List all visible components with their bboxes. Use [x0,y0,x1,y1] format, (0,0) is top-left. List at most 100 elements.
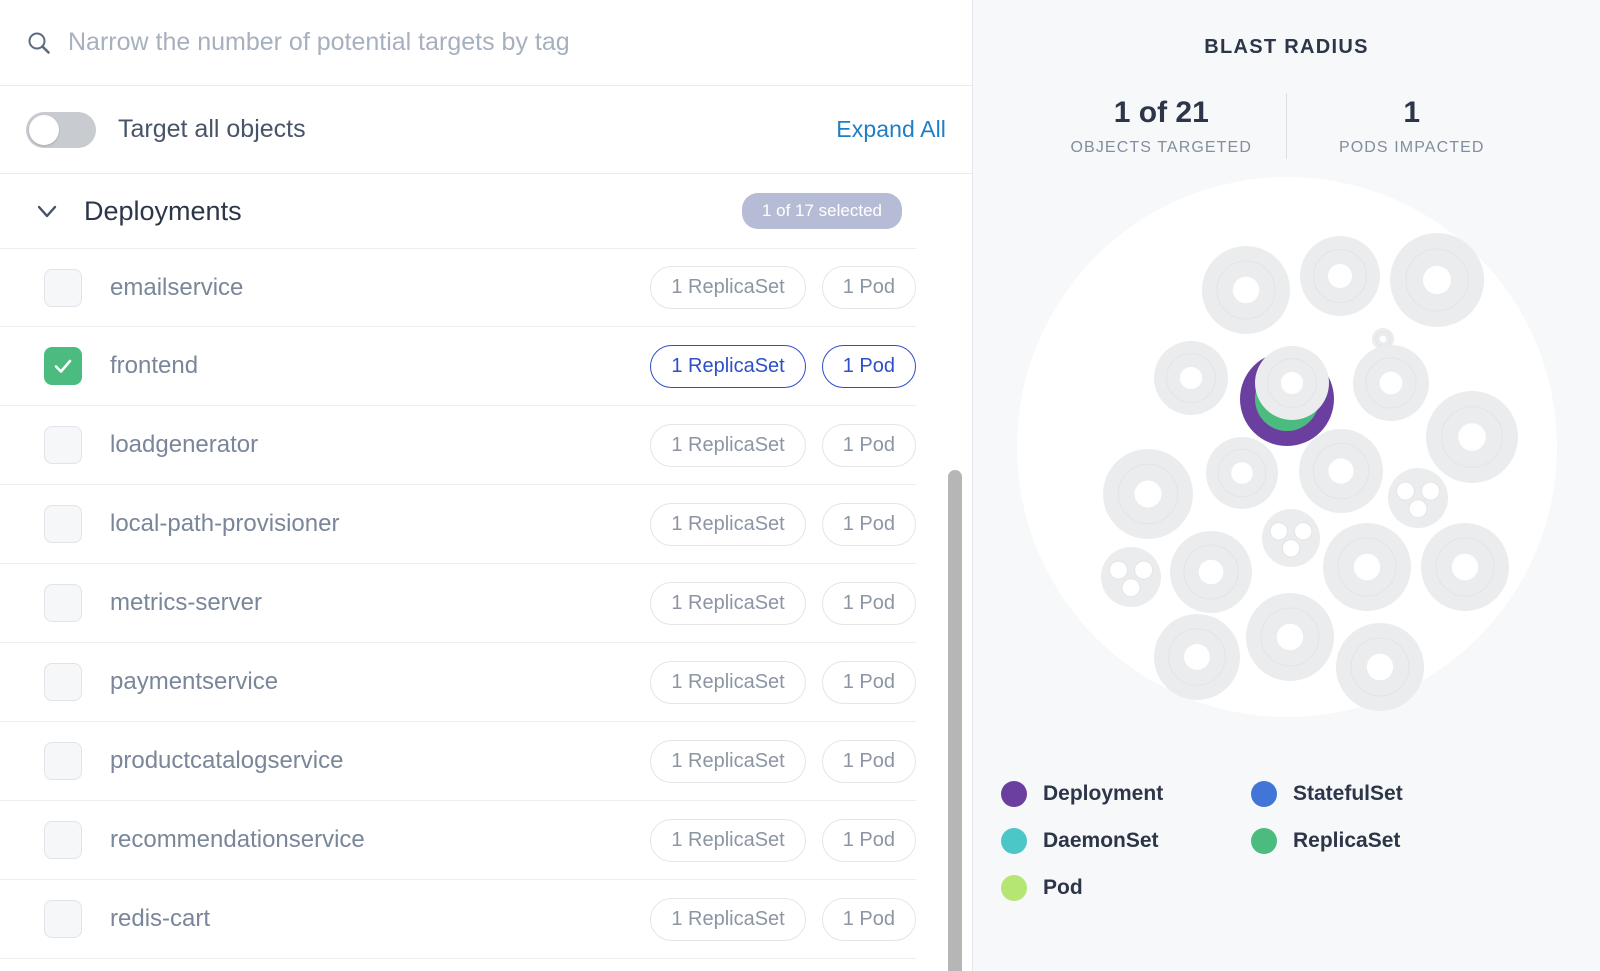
bubble-inactive[interactable] [1254,346,1329,420]
legend-item-deployment: Deployment [1001,781,1251,807]
stat-objects-targeted: 1 of 21 OBJECTS TARGETED [1037,96,1287,157]
list-scrollbar-thumb[interactable] [948,470,962,971]
table-row[interactable]: productcatalogservice 1 ReplicaSet 1 Pod [0,722,916,801]
bubble-inactive[interactable] [1298,429,1383,513]
bubble-chart-svg [1016,177,1557,717]
bubble-inactive[interactable] [1335,623,1424,711]
pod-badge[interactable]: 1 Pod [821,660,916,704]
replicaset-badge[interactable]: 1 ReplicaSet [650,266,806,309]
legend-label: Pod [1043,876,1083,899]
replicaset-badge[interactable]: 1 ReplicaSet [650,818,806,862]
expand-all-button[interactable]: Expand All [836,116,946,143]
table-row[interactable]: paymentservice 1 ReplicaSet 1 Pod [0,643,916,722]
bubble-inactive[interactable] [1153,341,1228,415]
replicaset-badge[interactable]: 1 ReplicaSet [650,897,806,941]
legend-label: ReplicaSet [1293,829,1401,852]
legend-color-dot [1251,828,1277,854]
list-scrollbar-track[interactable] [948,248,962,971]
blast-radius-stats: 1 of 21 OBJECTS TARGETED 1 PODS IMPACTED [1037,93,1537,159]
search-input[interactable] [68,28,946,57]
row-checkbox[interactable] [44,900,82,938]
replicaset-badge[interactable]: 1 ReplicaSet [650,423,806,467]
pods-impacted-label: PODS IMPACTED [1338,138,1485,156]
legend-color-dot [1001,781,1027,807]
row-badges: 1 ReplicaSet 1 Pod [650,266,916,309]
bubble-inactive[interactable] [1352,345,1429,421]
toggle-knob [29,114,59,145]
bubble-inactive[interactable] [1261,509,1320,567]
bubble-inactive[interactable] [1420,523,1509,611]
table-row[interactable]: frontend 1 ReplicaSet 1 Pod [0,327,916,406]
table-row[interactable]: redis-cart 1 ReplicaSet 1 Pod [0,880,916,959]
bubble-inactive[interactable] [1205,437,1278,509]
row-checkbox[interactable] [44,268,82,307]
table-row[interactable]: local-path-provisioner 1 ReplicaSet 1 Pod [0,485,916,564]
legend-color-dot [1001,875,1027,901]
table-row[interactable]: loadgenerator 1 ReplicaSet 1 Pod [0,406,916,485]
row-checkbox[interactable] [44,347,82,385]
legend-label: Deployment [1043,782,1164,805]
row-label: loadgenerator [110,431,259,458]
bubble-inactive[interactable] [1245,593,1334,681]
row-label: paymentservice [110,668,279,695]
row-label: productcatalogservice [110,747,344,774]
blast-radius-title: BLAST RADIUS [1204,36,1369,58]
table-row[interactable]: recommendationservice 1 ReplicaSet 1 Pod [0,801,916,880]
pod-badge[interactable]: 1 Pod [821,581,916,625]
bubble-inactive[interactable] [1322,523,1411,611]
row-checkbox[interactable] [44,742,82,780]
row-badges: 1 ReplicaSet 1 Pod [650,423,916,467]
row-badges: 1 ReplicaSet 1 Pod [650,897,916,941]
target-all-label: Target all objects [118,115,306,143]
row-checkbox[interactable] [44,663,82,701]
row-label: metrics-server [110,589,263,616]
deployments-section-header[interactable]: Deployments 1 of 17 selected [0,174,972,248]
legend-color-dot [1001,828,1027,854]
blast-radius-panel: BLAST RADIUS 1 of 21 OBJECTS TARGETED 1 … [973,0,1600,971]
bubble-inactive[interactable] [1389,233,1484,327]
pod-badge[interactable]: 1 Pod [821,266,916,309]
pods-impacted-value: 1 [1403,95,1421,129]
blast-radius-legend: Deployment StatefulSet DaemonSet ReplicaSet… [1001,781,1561,901]
pod-badge[interactable]: 1 Pod [821,344,916,388]
search-bar [0,0,972,86]
pod-badge[interactable]: 1 Pod [821,897,916,941]
target-all-toggle[interactable] [26,111,96,148]
check-icon [54,359,72,373]
table-row[interactable]: metrics-server 1 ReplicaSet 1 Pod [0,564,916,643]
bubble-inactive[interactable] [1299,236,1380,316]
stat-pods-impacted: 1 PODS IMPACTED [1287,96,1537,157]
row-checkbox[interactable] [44,426,82,464]
pod-badge[interactable]: 1 Pod [821,739,916,783]
row-checkbox[interactable] [44,584,82,622]
legend-label: StatefulSet [1293,782,1403,805]
bubble-inactive[interactable] [1153,614,1240,700]
search-icon [26,30,52,56]
selected-count-badge: 1 of 17 selected [741,193,902,229]
bubble-inactive[interactable] [1201,246,1290,334]
target-all-row: Target all objects Expand All [0,86,972,174]
bubble-inactive[interactable] [1425,391,1518,483]
replicaset-badge[interactable]: 1 ReplicaSet [650,581,806,625]
legend-item-statefulset: StatefulSet [1251,781,1501,807]
row-badges: 1 ReplicaSet 1 Pod [650,502,916,546]
bubble-inactive[interactable] [1387,468,1448,528]
row-checkbox[interactable] [44,821,82,859]
row-checkbox[interactable] [44,505,82,543]
replicaset-badge[interactable]: 1 ReplicaSet [650,660,806,704]
bubble-inactive[interactable] [1102,449,1193,539]
pod-badge[interactable]: 1 Pod [821,423,916,467]
replicaset-badge[interactable]: 1 ReplicaSet [650,739,806,783]
chevron-down-icon[interactable] [34,198,60,224]
pod-badge[interactable]: 1 Pod [821,502,916,546]
bubble-inactive[interactable] [1100,547,1161,607]
legend-item-replicaset: ReplicaSet [1251,828,1501,854]
row-badges: 1 ReplicaSet 1 Pod [650,581,916,625]
row-badges: 1 ReplicaSet 1 Pod [650,660,916,704]
replicaset-badge[interactable]: 1 ReplicaSet [650,344,806,388]
legend-item-pod: Pod [1001,875,1251,901]
table-row[interactable]: emailservice 1 ReplicaSet 1 Pod [0,248,916,327]
bubble-inactive[interactable] [1169,531,1252,613]
pod-badge[interactable]: 1 Pod [821,818,916,862]
replicaset-badge[interactable]: 1 ReplicaSet [650,502,806,546]
